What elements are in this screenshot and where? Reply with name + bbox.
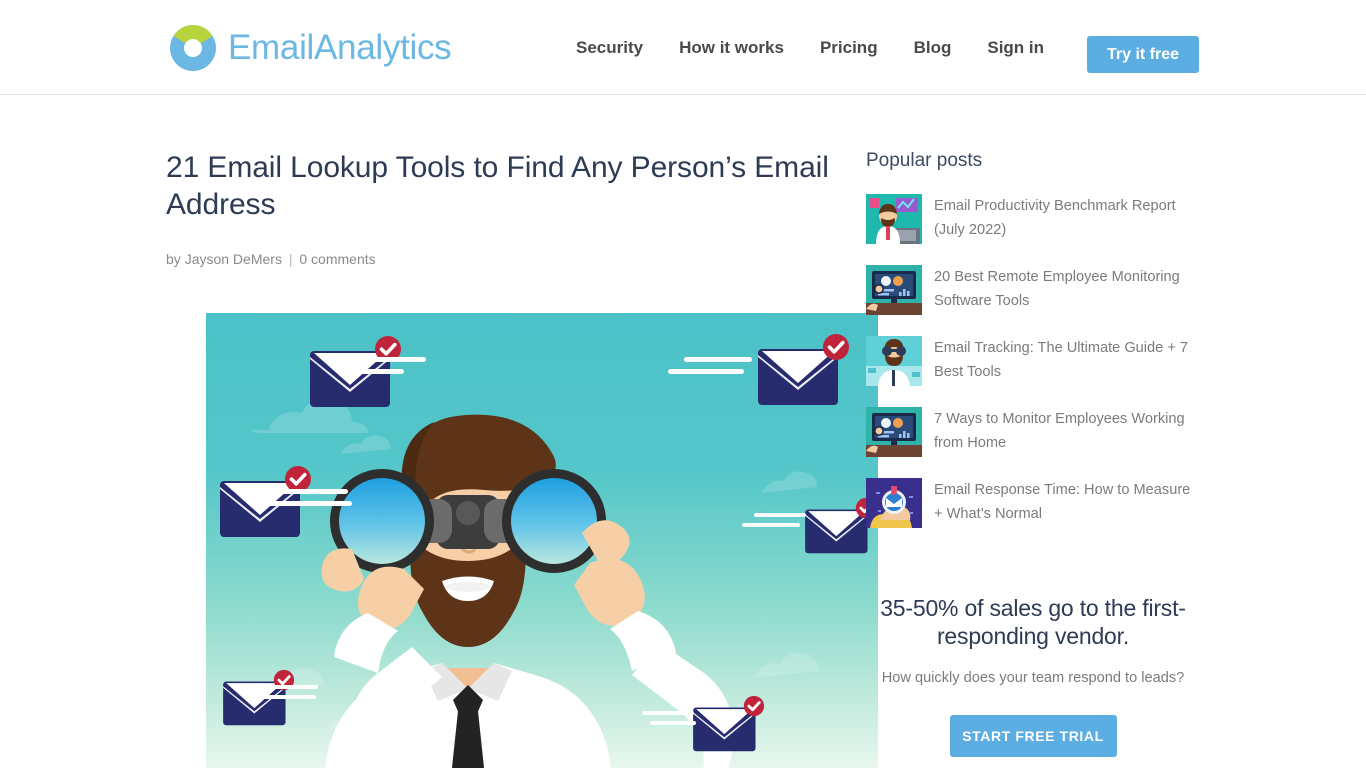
popular-posts-heading: Popular posts <box>866 150 983 171</box>
emailanalytics-ring-logo-icon <box>166 21 220 75</box>
start-free-trial-button[interactable]: START FREE TRIAL <box>949 715 1117 758</box>
popular-post-title[interactable]: Email Response Time: How to Measure + Wh… <box>934 478 1200 526</box>
nav-item-sign-in[interactable]: Sign in <box>969 38 1062 58</box>
popular-post-item[interactable]: 7 Ways to Monitor Employees Working from… <box>866 407 1200 457</box>
site-header: EmailAnalytics Security How it works Pri… <box>0 0 1366 95</box>
nav-item-how-it-works[interactable]: How it works <box>661 38 802 58</box>
main-navigation: Security How it works Pricing Blog Sign … <box>576 0 1062 95</box>
popular-posts-list: Email Productivity Benchmark Report (Jul… <box>866 194 1200 528</box>
popular-post-title[interactable]: 7 Ways to Monitor Employees Working from… <box>934 407 1200 455</box>
post-comments-link[interactable]: 0 comments <box>299 251 375 267</box>
popular-post-item[interactable]: Email Productivity Benchmark Report (Jul… <box>866 194 1200 244</box>
popular-post-title[interactable]: 20 Best Remote Employee Monitoring Softw… <box>934 265 1200 313</box>
work-from-home-thumb-icon <box>866 407 922 457</box>
popular-post-item[interactable]: 20 Best Remote Employee Monitoring Softw… <box>866 265 1200 315</box>
cta-subtext: How quickly does your team respond to le… <box>881 670 1185 687</box>
sidebar-cta-block: 35-50% of sales go to the first-respondi… <box>866 594 1200 758</box>
post-title: 21 Email Lookup Tools to Find Any Person… <box>166 151 829 221</box>
post-author-link[interactable]: Jayson DeMers <box>185 251 282 267</box>
benchmark-report-thumb-icon <box>866 194 922 244</box>
nav-item-blog[interactable]: Blog <box>896 38 970 58</box>
popular-post-item[interactable]: Email Response Time: How to Measure + Wh… <box>866 478 1200 528</box>
post-hero-image <box>206 313 878 768</box>
popular-post-title[interactable]: Email Tracking: The Ultimate Guide + 7 B… <box>934 336 1200 384</box>
monitoring-dashboard-thumb-icon <box>866 265 922 315</box>
nav-item-security[interactable]: Security <box>576 38 661 58</box>
byline-prefix: by <box>166 251 181 268</box>
try-it-free-button[interactable]: Try it free <box>1087 36 1199 73</box>
cta-headline: 35-50% of sales go to the first-respondi… <box>880 595 1186 650</box>
binoculars-search-illustration <box>206 313 878 768</box>
page-content: 21 Email Lookup Tools to Find Any Person… <box>0 95 1366 768</box>
meta-separator: | <box>288 251 293 268</box>
site-logo-text: EmailAnalytics <box>228 28 452 67</box>
email-tracking-thumb-icon <box>866 336 922 386</box>
popular-post-title[interactable]: Email Productivity Benchmark Report (Jul… <box>934 194 1200 242</box>
site-logo[interactable]: EmailAnalytics <box>166 21 452 75</box>
nav-item-pricing[interactable]: Pricing <box>802 38 896 58</box>
sidebar: Popular posts Email Productivity Benchma… <box>866 150 1200 758</box>
popular-post-item[interactable]: Email Tracking: The Ultimate Guide + 7 B… <box>866 336 1200 386</box>
post-meta: by Jayson DeMers | 0 comments <box>166 223 838 267</box>
response-time-thumb-icon <box>866 478 922 528</box>
article-column: 21 Email Lookup Tools to Find Any Person… <box>166 150 878 768</box>
